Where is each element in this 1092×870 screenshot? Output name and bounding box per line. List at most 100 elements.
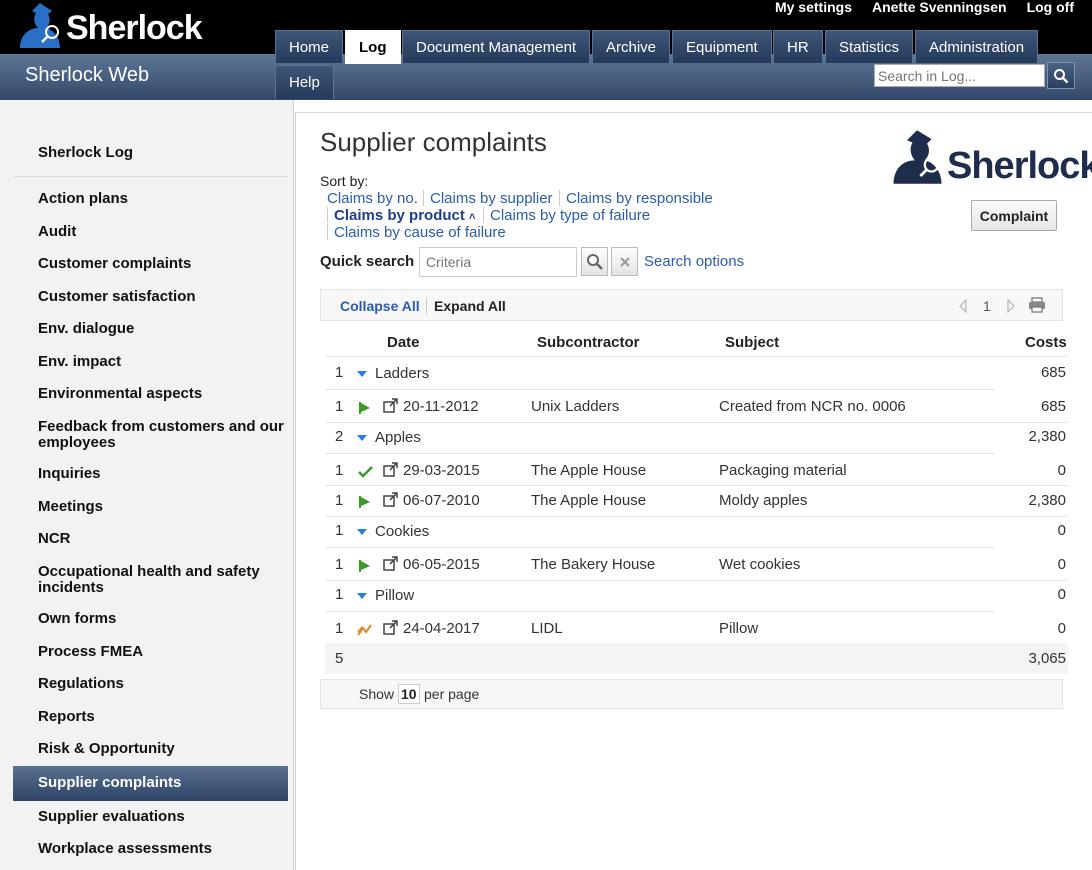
sort-by-responsible[interactable]: Claims by responsible	[566, 190, 713, 207]
sidebar-item-audit[interactable]: Audit	[13, 224, 288, 240]
sidebar-item-environmental-aspects[interactable]: Environmental aspects	[13, 386, 288, 402]
sidebar-item-env-dialogue[interactable]: Env. dialogue	[13, 321, 288, 337]
group-name: Pillow	[375, 587, 415, 604]
clear-search-button[interactable]	[611, 247, 638, 276]
sidebar-item-customer-satisfaction[interactable]: Customer satisfaction	[13, 289, 288, 305]
row-subcontractor: Unix Ladders	[531, 398, 620, 415]
group-total: 2,380	[1028, 428, 1066, 445]
tab-administration[interactable]: Administration	[915, 30, 1039, 63]
sidebar-item-meetings[interactable]: Meetings	[13, 499, 288, 515]
sidebar-item-workplace-assessments[interactable]: Workplace assessments	[13, 841, 288, 857]
group-toggle[interactable]: Ladders	[357, 365, 429, 382]
chevron-down-icon	[357, 435, 367, 442]
sidebar-item-reports[interactable]: Reports	[13, 709, 288, 725]
group-toggle[interactable]: Cookies	[357, 523, 429, 540]
sidebar-item-regulations[interactable]: Regulations	[13, 676, 288, 692]
quick-search-button[interactable]	[581, 247, 608, 276]
sidebar-item-env-impact[interactable]: Env. impact	[13, 354, 288, 370]
search-options-link[interactable]: Search options	[644, 253, 744, 270]
group-count: 1	[335, 522, 344, 539]
sidebar-item-risk-opportunity[interactable]: Risk & Opportunity	[13, 741, 288, 757]
open-external-icon[interactable]	[383, 462, 398, 477]
sort-by-supplier[interactable]: Claims by supplier	[430, 190, 553, 207]
sidebar-item-ohs-incidents[interactable]: Occupational health and safety incidents	[13, 564, 288, 596]
table-row[interactable]: 1 24-04-2017 LIDL Pillow 0	[325, 617, 1068, 645]
prev-page-icon[interactable]	[958, 299, 968, 313]
tab-statistics[interactable]: Statistics	[825, 30, 914, 63]
sidebar-item-process-fmea[interactable]: Process FMEA	[13, 644, 288, 660]
my-settings-link[interactable]: My settings	[775, 0, 852, 15]
table-row[interactable]: 1 20-11-2012 Unix Ladders Created from N…	[325, 395, 1068, 423]
page-title: Supplier complaints	[320, 127, 547, 157]
sort-divider	[483, 207, 484, 223]
search-button[interactable]	[1047, 62, 1075, 89]
tab-archive[interactable]: Archive	[592, 30, 671, 63]
expand-all-button[interactable]: Expand All	[434, 298, 506, 314]
sidebar-item-customer-complaints[interactable]: Customer complaints	[13, 256, 288, 272]
magnifier-icon	[586, 253, 603, 270]
tab-equipment[interactable]: Equipment	[672, 30, 772, 63]
sidebar-item-supplier-evaluations[interactable]: Supplier evaluations	[13, 809, 288, 825]
sidebar-item-supplier-complaints[interactable]: Supplier complaints	[13, 766, 288, 801]
table-row[interactable]: 1 06-05-2015 The Bakery House Wet cookie…	[325, 553, 1068, 581]
sidebar-item-own-forms[interactable]: Own forms	[13, 611, 288, 627]
group-toggle[interactable]: Pillow	[357, 587, 414, 604]
new-complaint-button[interactable]: Complaint	[971, 200, 1057, 231]
open-external-icon[interactable]	[383, 492, 398, 507]
sort-by-cause-of-failure[interactable]: Claims by cause of failure	[334, 224, 506, 241]
group-name: Apples	[375, 429, 421, 446]
page-number: 1	[983, 298, 991, 314]
user-name-link[interactable]: Anette Svenningsen	[872, 0, 1007, 15]
sort-by-type-of-failure[interactable]: Claims by type of failure	[490, 207, 650, 224]
column-header-subcontractor[interactable]: Subcontractor	[537, 334, 640, 351]
sidebar-item-inquiries[interactable]: Inquiries	[13, 466, 288, 482]
group-row: 1 Cookies 0	[325, 520, 1068, 548]
row-costs: 0	[1057, 556, 1066, 573]
sidebar-item-feedback[interactable]: Feedback from customers and our employee…	[13, 419, 288, 451]
sort-ascending-icon: ˄	[469, 211, 476, 223]
group-toggle[interactable]: Apples	[357, 429, 421, 446]
sort-by-no[interactable]: Claims by no.	[327, 190, 418, 207]
log-off-link[interactable]: Log off	[1027, 0, 1074, 15]
sort-by-product[interactable]: Claims by product ˄	[334, 207, 475, 224]
chevron-down-icon	[357, 529, 367, 536]
in-progress-icon	[357, 624, 372, 636]
column-header-costs[interactable]: Costs	[1025, 334, 1067, 351]
next-page-icon[interactable]	[1006, 299, 1016, 313]
close-icon	[619, 256, 630, 267]
row-divider	[325, 485, 1068, 486]
tab-help[interactable]: Help	[275, 65, 334, 99]
sidebar-item-action-plans[interactable]: Action plans	[13, 191, 288, 207]
tab-document-management[interactable]: Document Management	[402, 30, 591, 63]
row-costs: 0	[1057, 462, 1066, 479]
pagination-footer: Show 10 per page	[320, 679, 1063, 709]
show-label: Show	[359, 686, 395, 702]
table-row[interactable]: 1 06-07-2010 The Apple House Moldy apple…	[325, 489, 1068, 517]
open-external-icon[interactable]	[383, 620, 398, 635]
log-search-input[interactable]	[874, 64, 1045, 87]
collapse-all-button[interactable]: Collapse All	[340, 298, 420, 314]
group-total: 0	[1057, 522, 1066, 539]
open-external-icon[interactable]	[383, 398, 398, 413]
per-page-selector[interactable]: 10	[398, 684, 420, 704]
column-header-date[interactable]: Date	[387, 334, 420, 351]
column-header-subject[interactable]: Subject	[725, 334, 779, 351]
chevron-down-icon	[357, 371, 367, 378]
row-date: 20-11-2012	[403, 398, 479, 415]
toolbar-divider	[426, 298, 427, 314]
row-divider	[325, 422, 1068, 423]
sidebar-title[interactable]: Sherlock Log	[38, 144, 133, 161]
row-divider	[325, 516, 1068, 517]
sherlock-brand-logo: Sherlock	[889, 128, 1092, 186]
sidebar-item-ncr[interactable]: NCR	[13, 531, 288, 547]
tab-home[interactable]: Home	[275, 30, 344, 63]
row-subcontractor: The Bakery House	[531, 556, 656, 573]
tab-log[interactable]: Log	[345, 30, 401, 64]
sherlock-logo[interactable]: Sherlock	[14, 0, 203, 50]
sort-divider	[327, 207, 328, 223]
open-external-icon[interactable]	[383, 556, 398, 571]
table-row[interactable]: 1 29-03-2015 The Apple House Packaging m…	[325, 459, 1068, 487]
quick-search-input[interactable]	[419, 247, 577, 277]
tab-hr[interactable]: HR	[773, 30, 823, 63]
print-icon[interactable]	[1028, 297, 1046, 313]
